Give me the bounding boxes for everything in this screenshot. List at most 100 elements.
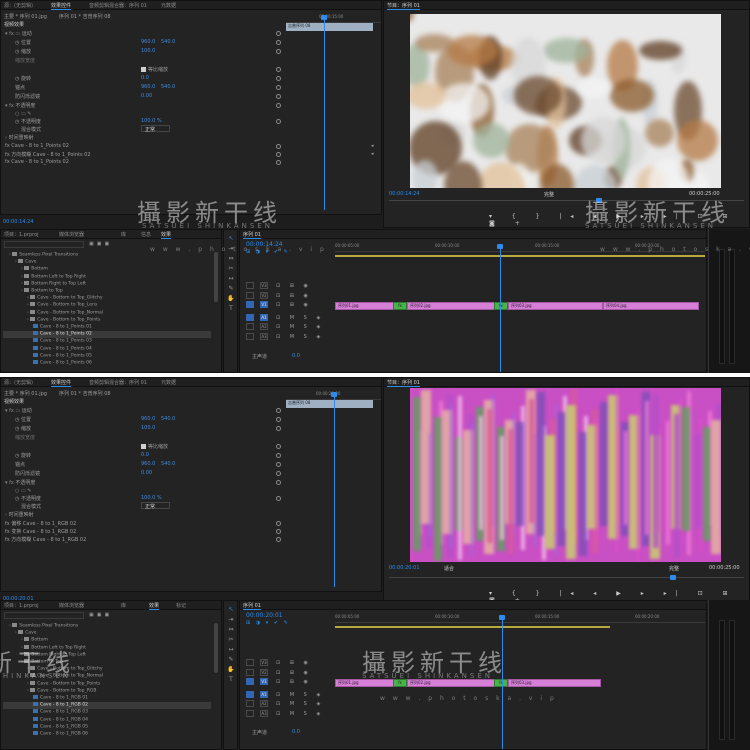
- type-tool-icon[interactable]: T: [227, 305, 235, 313]
- tab-media-browser[interactable]: 媒体浏览器: [59, 602, 84, 609]
- anchor-x[interactable]: 960.0: [141, 461, 155, 468]
- effects-filter-icons[interactable]: ▣▣▣: [89, 612, 112, 619]
- reset-icon[interactable]: [276, 49, 281, 54]
- track-mute-solo-icons[interactable]: ⊡ M S ◈: [276, 701, 324, 708]
- opacity-row[interactable]: ▾ fx 不透明度: [5, 479, 35, 486]
- source-patch-toggle[interactable]: [246, 301, 254, 308]
- effects-folder-item[interactable]: › Bottom to Top: [3, 288, 211, 295]
- tab-media-browser[interactable]: 媒体浏览器: [59, 231, 84, 238]
- transition-block[interactable]: fx: [494, 302, 508, 310]
- rotation-value[interactable]: 0.0: [141, 75, 149, 82]
- master-track-value[interactable]: 0.0: [292, 729, 300, 736]
- tab-audio-mixer[interactable]: 音频剪辑混合器：序列 01: [89, 379, 147, 386]
- time-remap-row[interactable]: › 时间重映射: [5, 134, 34, 141]
- timeline-clip[interactable]: 序列03.jpg: [508, 679, 601, 687]
- tab-effects[interactable]: 效果: [149, 602, 160, 610]
- position-x[interactable]: 960.0: [141, 416, 155, 423]
- timeline-clip[interactable]: 序列01.jpg: [335, 679, 397, 687]
- position-y[interactable]: 540.0: [161, 39, 175, 46]
- ec-playhead-handle[interactable]: [321, 15, 327, 20]
- track-target-toggle[interactable]: V3: [260, 282, 268, 289]
- fx-row-3[interactable]: fx Cave - 8 to 1_Points 02: [5, 159, 69, 166]
- effects-preset-item[interactable]: Cave - 8 to 1_Points 06: [3, 360, 211, 367]
- reset-icon[interactable]: [276, 119, 281, 124]
- track-lock-eye-icons[interactable]: ⊡ ⊞ ◉: [276, 283, 312, 290]
- source-patch-toggle[interactable]: [246, 323, 254, 330]
- effects-filter-icons[interactable]: ▣▣▣: [89, 241, 112, 248]
- scale-value[interactable]: 100.0: [141, 48, 155, 55]
- track-target-toggle[interactable]: A2: [260, 700, 268, 707]
- source-patch-toggle[interactable]: [246, 282, 254, 289]
- tab-effect-controls[interactable]: 效果控件: [51, 2, 72, 10]
- selection-tool-icon[interactable]: ↖: [227, 606, 235, 614]
- ripple-edit-icon[interactable]: ⇔: [227, 255, 235, 263]
- reset-icon[interactable]: [276, 417, 281, 422]
- mask-tools[interactable]: ○ ▭ ✎: [15, 488, 31, 495]
- reset-icon[interactable]: [276, 496, 281, 501]
- source-patch-toggle[interactable]: [246, 690, 254, 698]
- reset-icon[interactable]: [276, 144, 281, 149]
- work-area-bar[interactable]: [335, 255, 705, 257]
- effects-preset-item[interactable]: Cave - 8 to 1_RGB 04: [3, 716, 211, 724]
- effects-folder-item[interactable]: › Bottom Left to Top Right: [3, 273, 211, 281]
- track-lock-eye-icons[interactable]: ⊡ ⊞ ◉: [276, 293, 312, 300]
- reset-icon[interactable]: [276, 462, 281, 467]
- work-area-bar[interactable]: [335, 626, 610, 628]
- ec-ruler[interactable]: 00:00:15:00: [286, 13, 381, 23]
- quality-dropdown[interactable]: 完整: [669, 565, 679, 572]
- track-lock-eye-icons[interactable]: ⊡ ⊞ ◉: [276, 660, 312, 667]
- reset-icon[interactable]: [276, 152, 281, 157]
- reset-icon[interactable]: [276, 444, 281, 449]
- tab-libraries[interactable]: 库: [121, 231, 126, 238]
- tab-audio-mixer[interactable]: 音频剪辑混合器：序列 01: [89, 2, 147, 9]
- razor-tool-icon[interactable]: ✂: [227, 636, 235, 644]
- track-target-toggle[interactable]: V2: [260, 291, 268, 299]
- effects-folder-item[interactable]: › Cave - Bottom to Top_Points: [3, 680, 211, 688]
- effects-folder-item[interactable]: › Seamless Pixel Transitions: [3, 252, 211, 259]
- effects-folder-item[interactable]: › Cave - Bottom to Top_RGB: [3, 687, 211, 695]
- tab-effects[interactable]: 效果: [161, 231, 172, 239]
- ec-timecode-display[interactable]: 00:00:14:24: [3, 219, 34, 225]
- motion-row[interactable]: ▾ fx ▭ 运动: [5, 30, 32, 37]
- effects-folder-item[interactable]: › Bottom: [3, 266, 211, 273]
- uniform-scale-checkbox[interactable]: 等比缩放: [141, 443, 168, 450]
- source-patch-toggle[interactable]: [246, 291, 254, 299]
- reset-icon[interactable]: [276, 85, 281, 90]
- effects-search-input[interactable]: [4, 612, 84, 619]
- keyframe-icon[interactable]: ◂: [371, 151, 374, 158]
- selection-tool-icon[interactable]: ↖: [227, 235, 235, 243]
- effects-preset-item[interactable]: Cave - 8 to 1_Points 03: [3, 338, 211, 345]
- track-target-toggle[interactable]: V1: [260, 301, 268, 308]
- track-lock-eye-icons[interactable]: ⊡ ⊞ ◉: [276, 670, 312, 677]
- motion-row[interactable]: ▾ fx ▭ 运动: [5, 407, 32, 414]
- track-target-toggle[interactable]: V3: [260, 659, 268, 666]
- tab-program[interactable]: 节目：序列 01: [387, 2, 420, 10]
- track-mute-solo-icons[interactable]: ⊡ M S ◈: [276, 692, 324, 699]
- tab-project[interactable]: 项目：1.prproj: [4, 602, 39, 609]
- anchor-x[interactable]: 960.0: [141, 84, 155, 91]
- ec-playhead[interactable]: [334, 392, 335, 587]
- slip-tool-icon[interactable]: ↔: [227, 275, 235, 283]
- scrollbar[interactable]: [214, 623, 218, 673]
- timeline-ruler[interactable]: 00:00:05:00 00:00:10:00 00:00:15:00 00:00:2…: [335, 613, 705, 623]
- fx-row-2[interactable]: fx 方向模糊 Cave - 8 to 1_Points 02: [5, 151, 91, 158]
- scale-value[interactable]: 100.0: [141, 425, 155, 432]
- effects-preset-item[interactable]: Cave - 8 to 1_Points 05: [3, 352, 211, 360]
- reset-icon[interactable]: [276, 480, 281, 485]
- effects-preset-item[interactable]: Cave - 8 to 1_Points 04: [3, 345, 211, 353]
- reset-icon[interactable]: [276, 76, 281, 81]
- source-patch-toggle[interactable]: [246, 332, 254, 340]
- pen-tool-icon[interactable]: ✎: [227, 656, 235, 664]
- timeline-clip[interactable]: 序列03.jpg: [508, 302, 603, 310]
- effects-folder-item[interactable]: › Cave: [3, 259, 211, 266]
- program-timecode[interactable]: 00:00:14:24: [389, 191, 420, 197]
- effects-preset-item[interactable]: Cave - 8 to 1_RGB 03: [3, 709, 211, 716]
- reset-icon[interactable]: [276, 103, 281, 108]
- timeline-clip[interactable]: 序列02.jpg: [407, 679, 497, 687]
- fit-dropdown[interactable]: 适合: [444, 565, 454, 572]
- program-video-frame[interactable]: [410, 388, 721, 562]
- effects-folder-item[interactable]: › Cave - Bottom to Top_Glitchy: [3, 295, 211, 302]
- tab-metadata[interactable]: 元数据: [161, 2, 176, 9]
- effects-search-input[interactable]: [4, 241, 84, 248]
- hand-tool-icon[interactable]: ✋: [227, 295, 235, 303]
